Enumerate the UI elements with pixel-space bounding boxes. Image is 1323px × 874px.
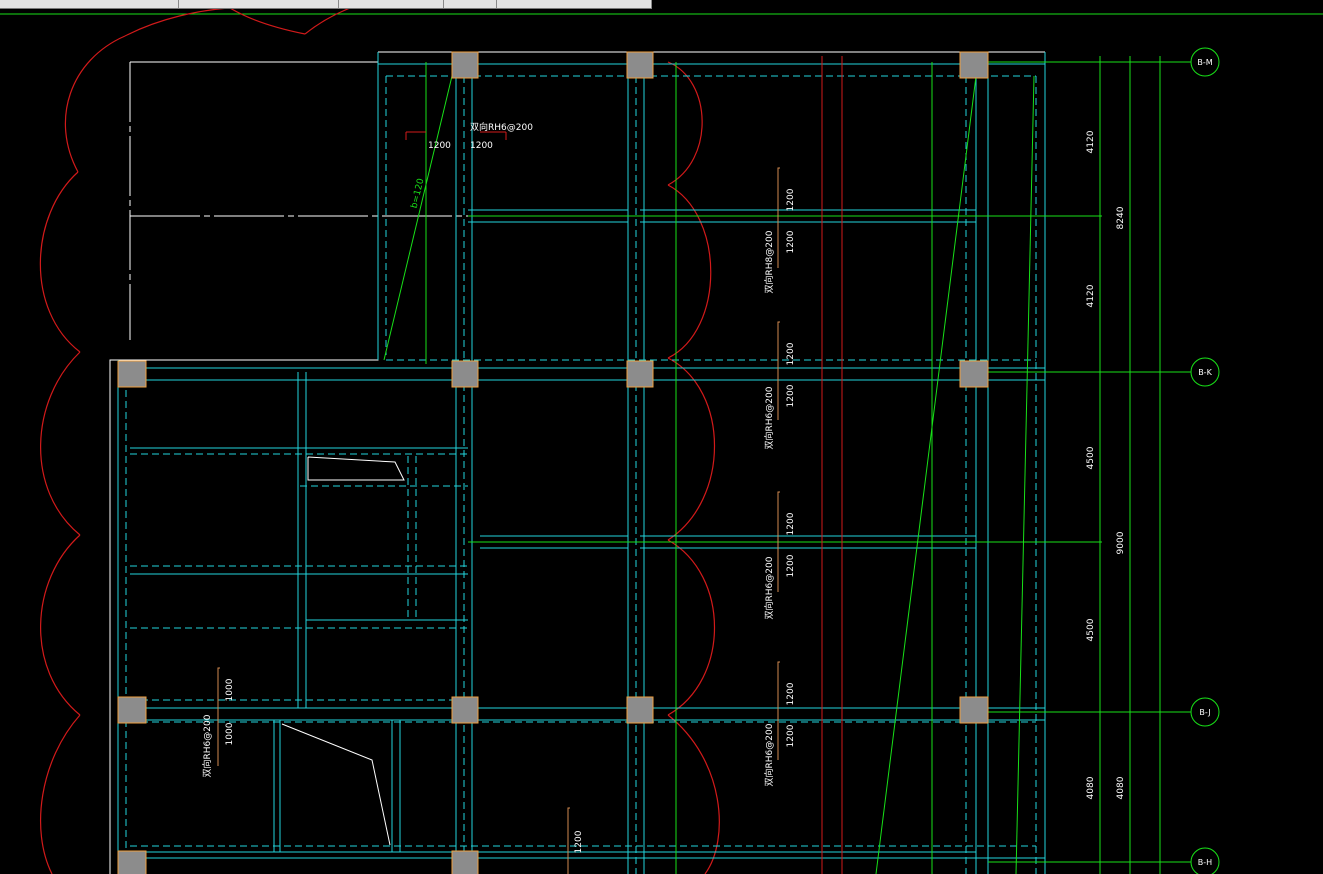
axis-label: B-H xyxy=(1198,858,1212,867)
bar-length: 1200 xyxy=(786,724,796,747)
bar-length: 1200 xyxy=(786,188,796,211)
toolbar-field-2[interactable] xyxy=(180,0,339,8)
column xyxy=(117,850,147,874)
column xyxy=(959,51,989,79)
toolbar-field-1[interactable] xyxy=(20,0,179,8)
column xyxy=(626,360,654,388)
bar-length: 1200 xyxy=(786,512,796,535)
toolbar xyxy=(0,0,652,9)
dim-text: 9000 xyxy=(1116,531,1126,554)
column xyxy=(451,360,479,388)
beam-dashed-lines xyxy=(125,75,1037,874)
columns xyxy=(117,51,989,874)
slab-note: 双向RH6@200 xyxy=(763,723,775,786)
axis-bubble-b-j[interactable]: B-J xyxy=(1190,697,1220,727)
dimension-texts: 4120 4120 4500 4500 4080 8240 9000 4080 xyxy=(1086,130,1126,799)
column xyxy=(959,360,989,388)
bar-length: 1000 xyxy=(225,722,235,745)
red-grid-lines xyxy=(405,56,843,874)
dim-text: 8240 xyxy=(1116,206,1126,229)
slab-outline xyxy=(109,51,1100,874)
bar-length: 1200 xyxy=(574,830,584,853)
column xyxy=(451,696,479,724)
toolbar-field-5[interactable] xyxy=(498,0,652,8)
cad-drawing-canvas[interactable]: B-M B-K B-J B-H 4120 4120 4500 4500 4080… xyxy=(0,9,1323,874)
bar-length: 1200 xyxy=(786,230,796,253)
dimension-lines xyxy=(383,56,1192,874)
axis-bubble-b-h[interactable]: B-H xyxy=(1190,847,1220,874)
column xyxy=(626,696,654,724)
bar-length: 1200 xyxy=(786,342,796,365)
axis-label: B-J xyxy=(1199,708,1210,717)
bar-length: 1200 xyxy=(428,141,451,151)
bar-length: 1200 xyxy=(786,384,796,407)
axis-label: B-M xyxy=(1197,58,1212,67)
axis-bubbles: B-M B-K B-J B-H xyxy=(1190,47,1220,874)
rebar-marks xyxy=(217,167,780,874)
toolbar-field-4[interactable] xyxy=(445,0,497,8)
column xyxy=(959,696,989,724)
bar-length: 1200 xyxy=(786,554,796,577)
bar-length: 1200 xyxy=(470,141,493,151)
dim-text: 4120 xyxy=(1086,284,1096,307)
column xyxy=(117,360,147,388)
column xyxy=(626,51,654,79)
axis-bubble-b-m[interactable]: B-M xyxy=(1190,47,1220,77)
dim-text: 4500 xyxy=(1086,446,1096,469)
drawing-svg: B-M B-K B-J B-H 4120 4120 4500 4500 4080… xyxy=(0,9,1323,874)
toolbar-field-3[interactable] xyxy=(340,0,444,8)
column xyxy=(451,850,479,874)
revision-cloud xyxy=(39,9,720,874)
dim-text: 4500 xyxy=(1086,618,1096,641)
slab-note: 双向RH6@200 xyxy=(201,714,213,777)
slab-note: 双向RH6@200 xyxy=(763,386,775,449)
axis-bubble-b-k[interactable]: B-K xyxy=(1190,357,1220,387)
column xyxy=(451,51,479,79)
bar-length: 1200 xyxy=(786,682,796,705)
beam-lines xyxy=(117,52,1046,874)
dim-text: 4120 xyxy=(1086,130,1096,153)
bar-length-texts: 1200 1200 1200 1200 1200 1200 1200 1200 … xyxy=(225,141,796,853)
dim-text: 4080 xyxy=(1086,776,1096,799)
slab-note: 双向RH6@200 xyxy=(470,121,533,133)
slab-note: 双向RH8@200 xyxy=(763,230,775,293)
column xyxy=(117,696,147,724)
dim-text: 4080 xyxy=(1116,776,1126,799)
bar-length: 1000 xyxy=(225,678,235,701)
axis-label: B-K xyxy=(1198,368,1212,377)
slab-note: 双向RH6@200 xyxy=(763,556,775,619)
